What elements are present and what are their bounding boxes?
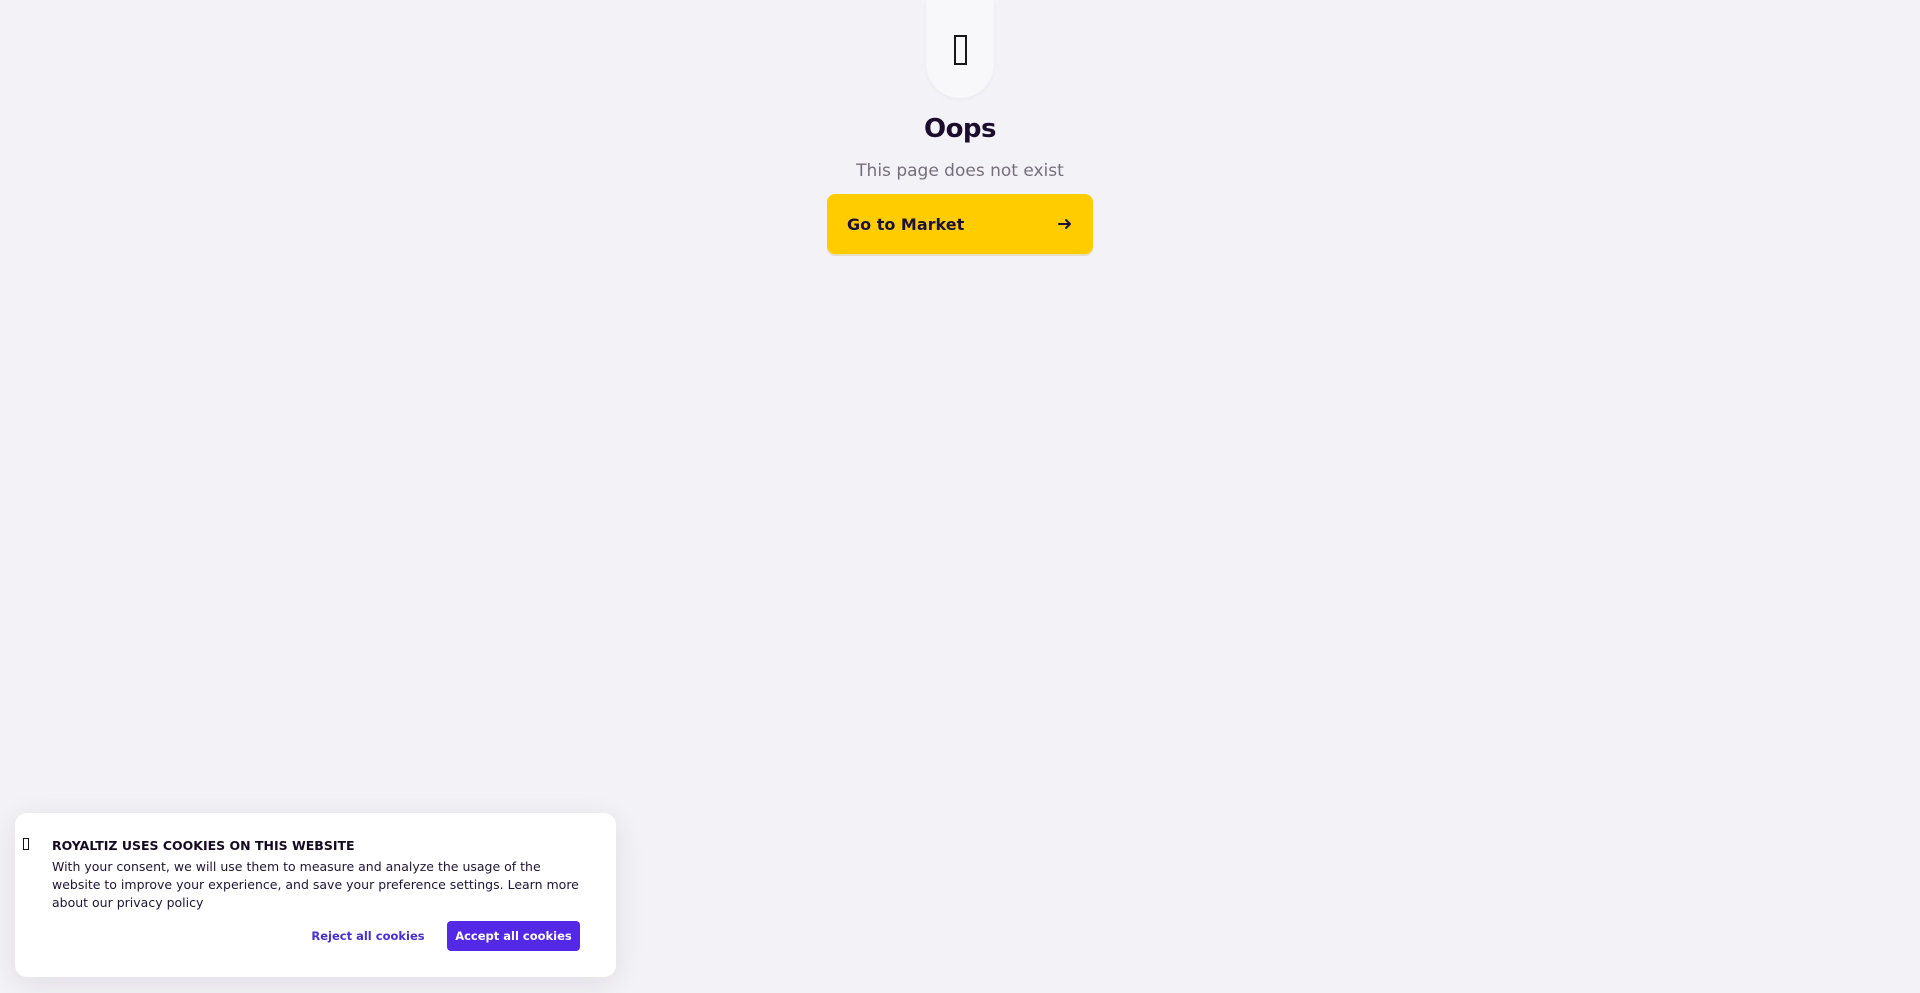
error-page: Oops This page does not exist Go to Mark… [0, 0, 1920, 993]
error-icon-container [926, 0, 994, 98]
page-subtitle: This page does not exist [856, 161, 1064, 181]
missing-glyph-icon [953, 35, 967, 65]
error-content: Oops This page does not exist Go to Mark… [0, 0, 1920, 254]
go-to-market-button[interactable]: Go to Market [827, 194, 1093, 254]
page-title: Oops [923, 114, 997, 144]
arrow-right-icon [1058, 219, 1071, 229]
cookie-banner-title: ROYALTIZ USES COOKIES ON THIS WEBSITE [52, 838, 355, 853]
cookie-consent-banner: ROYALTIZ USES COOKIES ON THIS WEBSITE Wi… [15, 813, 616, 977]
cookie-banner-message: With your consent, we will use them to m… [52, 859, 579, 910]
accept-cookies-button[interactable]: Accept all cookies [447, 921, 580, 951]
go-to-market-label: Go to Market [847, 214, 965, 234]
reject-cookies-button[interactable]: Reject all cookies [307, 921, 429, 951]
missing-glyph-icon [23, 838, 29, 850]
